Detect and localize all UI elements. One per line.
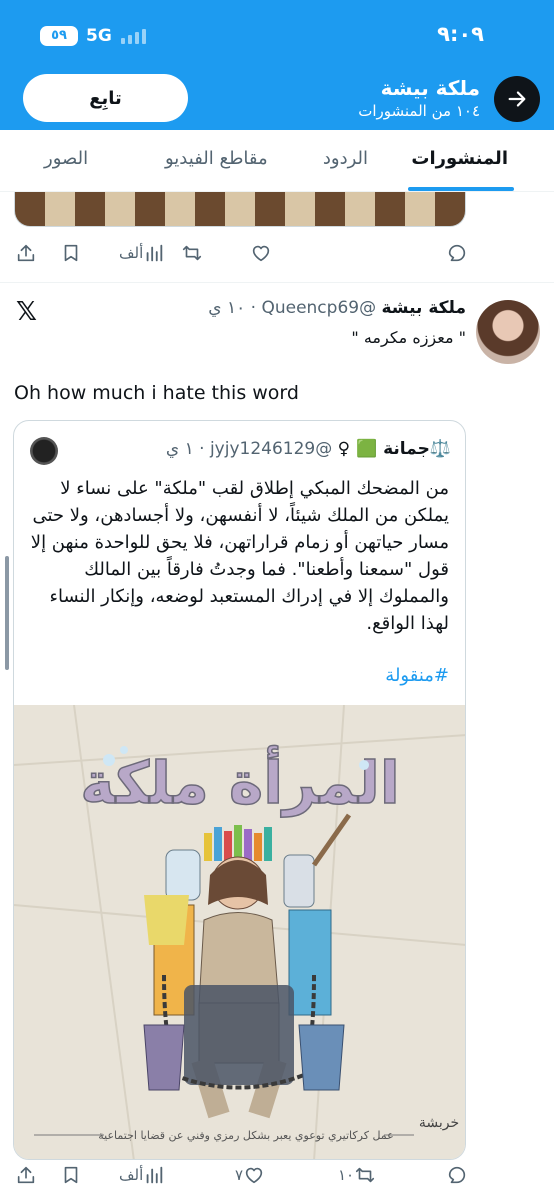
- views-button[interactable]: ألف: [115, 1155, 165, 1195]
- network-type: 5G: [86, 26, 112, 46]
- tab-posts[interactable]: المنشورات: [411, 148, 508, 169]
- reply-button[interactable]: [446, 233, 468, 273]
- signal-icon: [121, 28, 151, 44]
- bookmark-button[interactable]: [60, 233, 82, 273]
- tweet-text: Oh how much i hate this word: [14, 382, 299, 404]
- hashtag-link[interactable]: #منقولة: [385, 665, 449, 686]
- avatar[interactable]: [476, 300, 540, 364]
- profile-tabs: المنشورات الردود مقاطع الفيديو الصور: [0, 130, 554, 192]
- retweet-count: ١٠: [338, 1166, 355, 1184]
- views-icon: [146, 1166, 163, 1184]
- tweet-handle[interactable]: @Queencp69: [261, 298, 376, 318]
- quoted-image[interactable]: المرأة ملكة عمل كركاتيري توعوي يعبر بشكل…: [14, 704, 465, 1159]
- caricature-illustration: المرأة ملكة عمل كركاتيري توعوي يعبر بشكل…: [14, 704, 465, 1159]
- like-icon: [252, 245, 270, 262]
- active-tab-indicator: [408, 187, 514, 191]
- tab-replies[interactable]: الردود: [323, 148, 368, 169]
- image-signature: خربشة: [419, 1115, 459, 1131]
- bookmark-button[interactable]: [60, 1155, 82, 1195]
- views-count: ألف: [119, 1166, 144, 1184]
- image-title: المرأة ملكة: [80, 745, 399, 818]
- status-bar: ٥٩ 5G ٩:٠٩: [0, 0, 554, 70]
- retweet-icon: [356, 1167, 375, 1183]
- follow-button[interactable]: تابِع: [23, 74, 188, 122]
- views-button[interactable]: ألف: [115, 233, 165, 273]
- previous-post-image[interactable]: [14, 192, 466, 227]
- like-button[interactable]: [250, 233, 272, 273]
- like-button[interactable]: ٧: [231, 1155, 265, 1195]
- quoted-handle: @jyjy1246129: [209, 439, 333, 459]
- x-logo-icon: 𝕏: [16, 297, 37, 327]
- tweet-time[interactable]: ١٠ ي: [208, 298, 245, 318]
- share-button[interactable]: [15, 233, 37, 273]
- views-icon: [146, 244, 163, 262]
- bookmark-icon: [64, 244, 78, 262]
- post-divider: [0, 282, 554, 283]
- retweet-icon: [182, 245, 202, 261]
- like-icon: [245, 1167, 263, 1184]
- share-button[interactable]: [15, 1155, 37, 1195]
- quoted-text: من المضحك المبكي إطلاق لقب "ملكة" على نس…: [30, 478, 449, 634]
- views-count: ألف: [119, 244, 144, 262]
- share-icon: [17, 1166, 35, 1184]
- bookmark-icon: [64, 1166, 78, 1184]
- status-time: ٩:٠٩: [437, 22, 484, 46]
- tab-photos[interactable]: الصور: [44, 148, 88, 169]
- quoted-avatar: [30, 437, 58, 465]
- battery-indicator: ٥٩: [40, 26, 78, 46]
- tweet-header: ملكة بيشة @Queencp69 · ١٠ ي: [208, 298, 466, 318]
- post-count: ١٠٤ من المنشورات: [358, 102, 480, 120]
- reply-button[interactable]: [446, 1155, 468, 1195]
- share-icon: [17, 244, 35, 262]
- like-count: ٧: [235, 1166, 244, 1184]
- arrow-right-icon: [508, 91, 526, 107]
- previous-post-actions: ألف: [0, 233, 554, 273]
- profile-header: ملكة بيشة ١٠٤ من المنشورات تابِع: [0, 70, 554, 130]
- quoted-tweet[interactable]: ⚖️جمانة 🟩 ♀ @jyjy1246129 · ١ ي من المضحك…: [13, 420, 466, 1160]
- tweet-author[interactable]: ملكة بيشة: [381, 298, 466, 318]
- retweet-button[interactable]: [181, 233, 203, 273]
- image-caption: عمل كركاتيري توعوي يعبر بشكل رمزي وفني ع…: [98, 1129, 393, 1142]
- reply-icon: [448, 1166, 466, 1184]
- reply-icon: [448, 244, 466, 262]
- tweet-actions: ١٠ ٧ ألف: [0, 1155, 554, 1195]
- back-button[interactable]: [494, 76, 540, 122]
- quoted-header: ⚖️جمانة 🟩 ♀ @jyjy1246129 · ١ ي: [165, 439, 451, 459]
- scrollbar[interactable]: [5, 556, 9, 670]
- retweet-button[interactable]: ١٠: [334, 1155, 376, 1195]
- profile-name: ملكة بيشة: [380, 76, 480, 100]
- tab-videos[interactable]: مقاطع الفيديو: [165, 148, 268, 169]
- quoted-time: ١ ي: [165, 439, 194, 459]
- tweet-subline: " معززه مكرمه ": [351, 328, 466, 347]
- quoted-author: ⚖️جمانة 🟩 ♀: [337, 439, 451, 459]
